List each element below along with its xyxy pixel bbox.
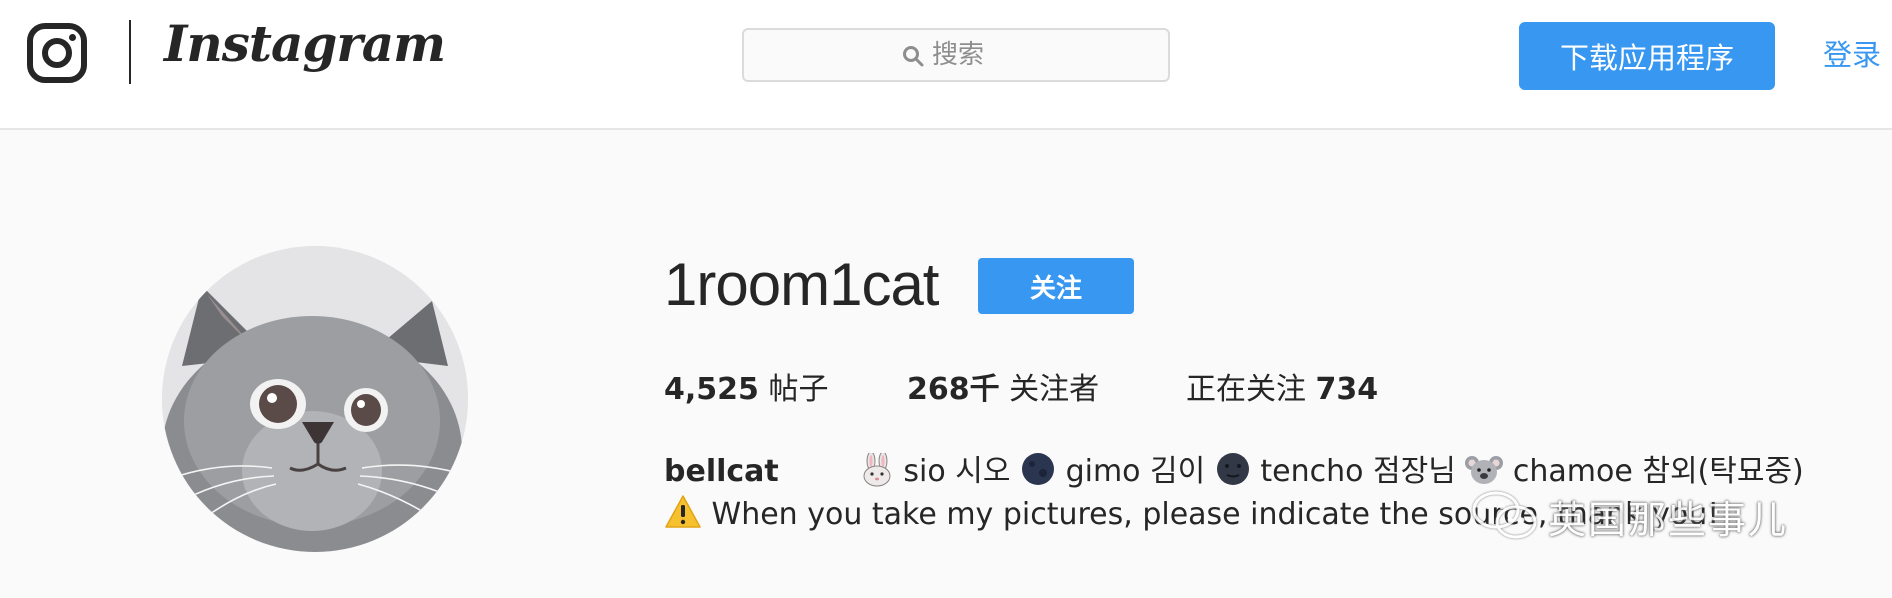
watermark-text: 英国那些事儿 xyxy=(1548,497,1789,542)
following-count[interactable]: 正在关注 734 xyxy=(1186,364,1378,408)
posts-count-label: 帖子 xyxy=(768,372,829,407)
profile-username: 1room1cat xyxy=(664,251,939,318)
search-icon xyxy=(903,46,924,67)
search-box[interactable] xyxy=(742,28,1170,82)
following-count-label: 正在关注 xyxy=(1186,372,1306,407)
avatar[interactable] xyxy=(162,246,468,552)
koala-icon xyxy=(1465,456,1504,484)
logo-divider xyxy=(129,20,131,84)
following-count-value: 734 xyxy=(1315,372,1379,407)
posts-count-value: 4,525 xyxy=(664,372,759,407)
new-moon-face-icon xyxy=(1216,453,1249,485)
followers-count-value: 268千 xyxy=(907,372,1000,407)
instagram-wordmark[interactable]: Instagram xyxy=(164,14,446,73)
follow-button[interactable]: 关注 xyxy=(978,258,1134,314)
followers-count-label: 关注者 xyxy=(1009,372,1100,407)
dark-moon-icon xyxy=(1022,453,1055,485)
download-app-button[interactable]: 下载应用程序 xyxy=(1519,22,1775,90)
login-link[interactable]: 登录 xyxy=(1823,32,1881,74)
bio-line-1: bellcat sio 시오 gimo 김이 tencho 점장님 chamoe… xyxy=(664,446,1804,490)
cat-avatar-image xyxy=(162,246,468,552)
bio-full-name: bellcat xyxy=(664,454,779,489)
bio-cat-gimo: gimo 김이 xyxy=(1065,454,1206,489)
rabbit-face-icon xyxy=(863,453,891,487)
top-navigation-bar: Instagram 下载应用程序 登录 xyxy=(0,0,1892,130)
bio-cat-tencho: tencho 점장님 xyxy=(1260,454,1456,489)
instagram-camera-icon[interactable] xyxy=(26,22,88,84)
wechat-icon xyxy=(1472,491,1537,539)
wechat-watermark: 英国那些事儿 xyxy=(1470,486,1788,546)
posts-count: 4,525 帖子 xyxy=(664,364,828,408)
warning-icon xyxy=(665,495,701,528)
bio-cat-chamoe: chamoe 참외(탁묘중) xyxy=(1512,454,1804,489)
search-input[interactable] xyxy=(932,36,1152,74)
bio-cat-sio: sio 시오 xyxy=(903,454,1011,489)
followers-count[interactable]: 268千 关注者 xyxy=(907,364,1099,408)
